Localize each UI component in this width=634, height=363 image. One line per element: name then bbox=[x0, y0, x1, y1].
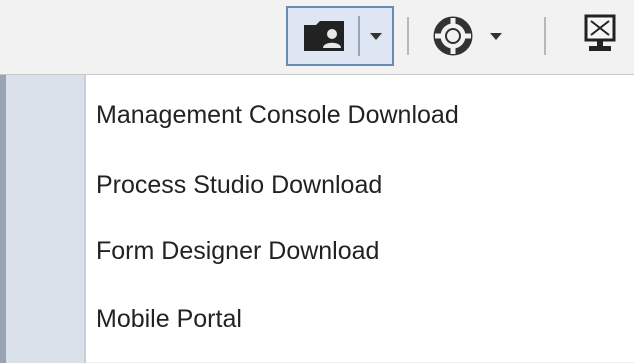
menu-item-label: Process Studio Download bbox=[96, 170, 383, 199]
split-divider bbox=[358, 16, 360, 56]
menu-item-form-designer-download[interactable]: Form Designer Download bbox=[96, 221, 626, 281]
lifebuoy-icon bbox=[428, 12, 478, 60]
menu-item-label: Mobile Portal bbox=[96, 304, 242, 333]
toolbar bbox=[0, 0, 634, 74]
toolbar-separator bbox=[407, 17, 409, 55]
downloads-menu-button[interactable] bbox=[286, 6, 394, 66]
menu-item-label: Management Console Download bbox=[96, 100, 459, 129]
menu-item-process-studio-download[interactable]: Process Studio Download bbox=[96, 155, 626, 215]
downloads-dropdown-menu: Management Console Download Process Stud… bbox=[0, 74, 634, 363]
chevron-down-icon[interactable] bbox=[364, 16, 388, 56]
toolbar-separator bbox=[544, 17, 546, 55]
menu-item-management-console-download[interactable]: Management Console Download bbox=[96, 85, 626, 145]
menu-icon-gutter bbox=[0, 75, 86, 363]
chevron-down-icon[interactable] bbox=[484, 12, 508, 60]
menu-item-mobile-portal[interactable]: Mobile Portal bbox=[96, 289, 626, 349]
menu-item-label: Form Designer Download bbox=[96, 236, 380, 265]
presentation-screen-icon bbox=[583, 14, 617, 59]
folder-person-icon bbox=[296, 16, 352, 56]
help-menu-button[interactable] bbox=[422, 8, 522, 64]
presentation-screen-button[interactable] bbox=[570, 8, 630, 64]
